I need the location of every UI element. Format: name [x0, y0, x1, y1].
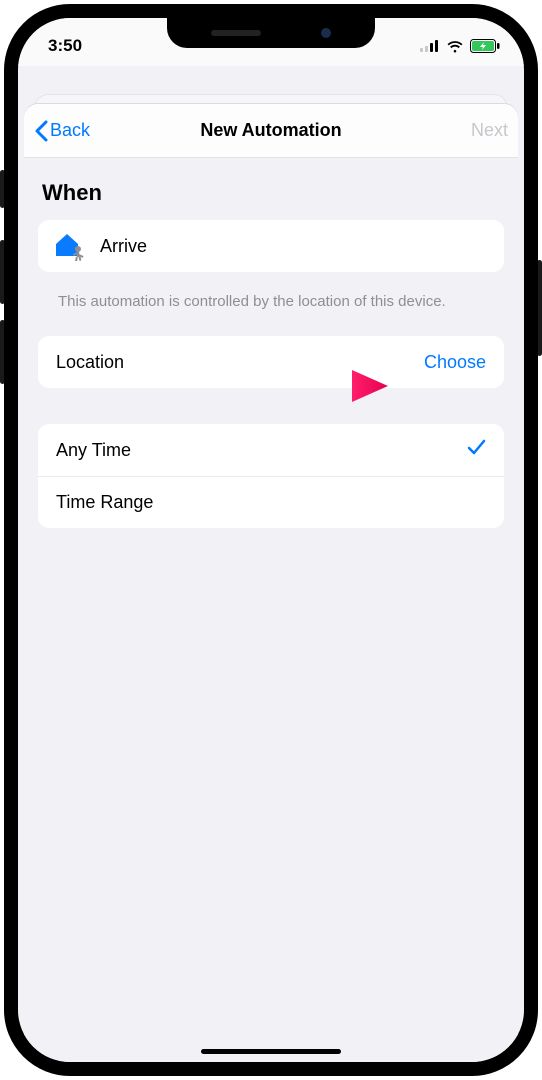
home-indicator[interactable]	[201, 1049, 341, 1054]
location-group: Location Choose	[38, 336, 504, 388]
trigger-label: Arrive	[100, 236, 486, 257]
location-choose[interactable]: Choose	[424, 352, 486, 373]
time-range-label: Time Range	[56, 492, 486, 513]
notch	[167, 18, 375, 48]
chevron-left-icon	[34, 120, 48, 142]
time-group: Any Time Time Range	[38, 424, 504, 528]
status-icons	[420, 39, 500, 53]
next-button: Next	[471, 120, 508, 141]
trigger-row-arrive[interactable]: Arrive	[38, 220, 504, 272]
front-camera	[321, 28, 331, 38]
location-label: Location	[56, 352, 424, 373]
phone-screen: 3:50	[18, 18, 524, 1062]
wifi-icon	[446, 40, 464, 53]
nav-title: New Automation	[24, 120, 518, 141]
time-any-label: Any Time	[56, 440, 466, 461]
back-label: Back	[50, 120, 90, 141]
back-button[interactable]: Back	[34, 120, 90, 142]
trigger-helper: This automation is controlled by the loc…	[38, 282, 504, 336]
battery-charging-icon	[470, 39, 500, 53]
arrive-home-icon	[52, 231, 86, 261]
status-time: 3:50	[48, 36, 82, 56]
modal-card: Back New Automation Next When	[24, 104, 518, 1062]
content: When	[24, 158, 518, 1062]
phone-frame: 3:50	[4, 4, 538, 1076]
checkmark-icon	[466, 437, 486, 463]
location-row[interactable]: Location Choose	[38, 336, 504, 388]
cellular-signal-icon	[420, 40, 440, 52]
time-range-row[interactable]: Time Range	[38, 476, 504, 528]
nav-bar: Back New Automation Next	[24, 104, 518, 158]
speaker-grille	[211, 30, 261, 36]
trigger-group: Arrive	[38, 220, 504, 272]
section-heading: When	[42, 180, 500, 206]
time-any-row[interactable]: Any Time	[38, 424, 504, 476]
